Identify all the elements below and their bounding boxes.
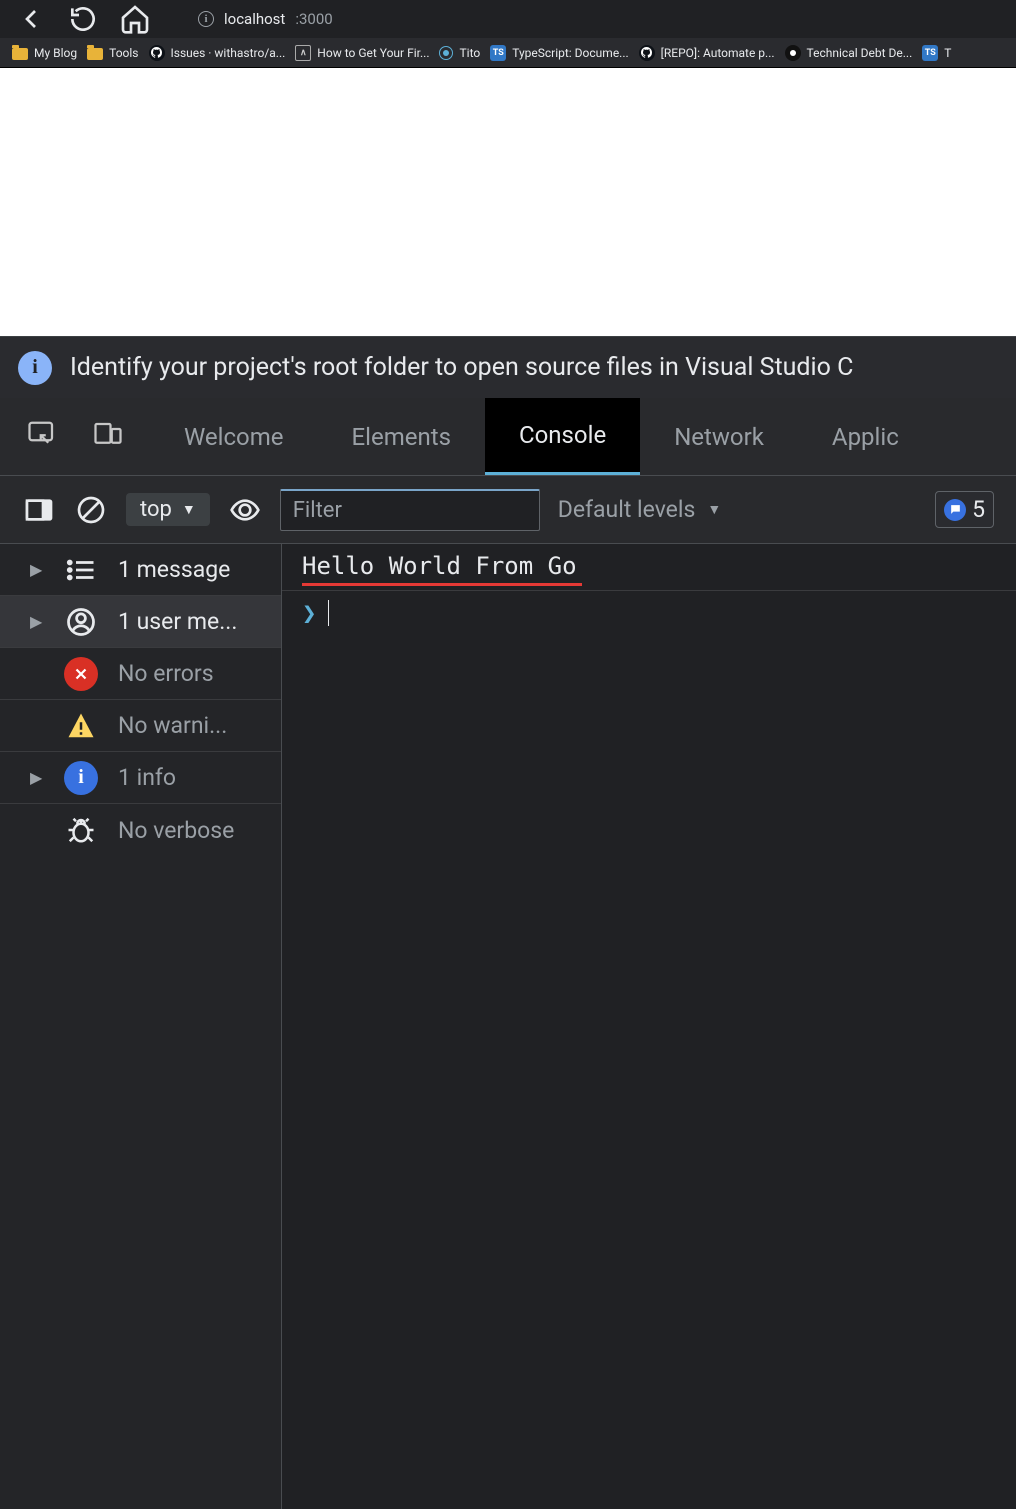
- sidebar-row-verbose[interactable]: ▶ No verbose: [0, 804, 281, 856]
- filter-input[interactable]: Filter: [280, 489, 540, 531]
- expand-icon[interactable]: ▶: [30, 560, 44, 579]
- typescript-icon: TS: [922, 45, 938, 61]
- banner-text: Identify your project's root folder to o…: [70, 353, 853, 382]
- log-levels-dropdown[interactable]: Default levels ▼: [558, 496, 721, 523]
- folder-icon: [12, 48, 28, 60]
- sidebar-row-warnings[interactable]: ▶ No warni...: [0, 700, 281, 752]
- info-icon: i: [18, 351, 52, 385]
- log-text: Hello World From Go: [302, 552, 577, 580]
- clear-console-icon[interactable]: [74, 493, 108, 527]
- console-log-entry[interactable]: Hello World From Go: [282, 544, 1016, 591]
- sidebar-label: No errors: [118, 660, 214, 687]
- bookmark-repo[interactable]: [REPO]: Automate p...: [639, 45, 775, 61]
- chevron-down-icon: ▼: [182, 501, 196, 518]
- bookmark-tools[interactable]: Tools: [87, 46, 138, 60]
- site-info-icon[interactable]: i: [198, 11, 214, 27]
- error-icon: [64, 657, 98, 691]
- sidebar-row-messages[interactable]: ▶ 1 message: [0, 544, 281, 596]
- url-host: localhost: [224, 10, 285, 28]
- tab-elements[interactable]: Elements: [318, 398, 485, 475]
- device-toggle-icon[interactable]: [90, 419, 126, 455]
- console-output[interactable]: Hello World From Go ❯: [282, 544, 1016, 1509]
- context-selector[interactable]: top ▼: [126, 493, 210, 526]
- expand-icon[interactable]: ▶: [30, 768, 44, 787]
- toggle-sidebar-icon[interactable]: [22, 493, 56, 527]
- list-icon: [64, 553, 98, 587]
- chevron-right-icon: ❯: [302, 599, 316, 627]
- sidebar-label: No verbose: [118, 817, 234, 844]
- bookmarks-bar: My Blog Tools Issues · withastro/a... ∧H…: [0, 38, 1016, 68]
- text-caret: [328, 600, 329, 626]
- dot-icon: [785, 45, 801, 61]
- sidebar-label: No warni...: [118, 712, 227, 739]
- console-prompt[interactable]: ❯: [282, 591, 1016, 635]
- reload-icon[interactable]: [66, 2, 100, 36]
- github-icon: [639, 45, 655, 61]
- sidebar-label: 1 info: [118, 764, 176, 791]
- browser-nav-bar: i localhost :3000: [0, 0, 1016, 38]
- bug-icon: [64, 813, 98, 847]
- bookmark-tito[interactable]: Tito: [439, 46, 480, 60]
- console-sidebar: ▶ 1 message ▶ 1 user me... ▶ No errors ▶…: [0, 544, 282, 1509]
- back-icon[interactable]: [14, 2, 48, 36]
- sidebar-label: 1 message: [118, 556, 230, 583]
- home-icon[interactable]: [118, 2, 152, 36]
- bookmark-howto[interactable]: ∧How to Get Your Fir...: [295, 45, 429, 61]
- tab-application[interactable]: Applic: [798, 398, 933, 475]
- issues-button[interactable]: 5: [935, 491, 994, 528]
- bookmark-ts2[interactable]: TST: [922, 45, 951, 61]
- bookmark-my-blog[interactable]: My Blog: [12, 46, 77, 60]
- page-viewport: [0, 68, 1016, 336]
- sidebar-row-errors[interactable]: ▶ No errors: [0, 648, 281, 700]
- tab-console[interactable]: Console: [485, 398, 640, 475]
- bookmark-techdebt[interactable]: Technical Debt De...: [785, 45, 913, 61]
- devtools-info-banner[interactable]: i Identify your project's root folder to…: [0, 336, 1016, 398]
- circle-icon: [439, 46, 453, 60]
- bookmark-ts-docs[interactable]: TSTypeScript: Docume...: [490, 45, 628, 61]
- sidebar-row-info[interactable]: ▶ i 1 info: [0, 752, 281, 804]
- sidebar-row-user-messages[interactable]: ▶ 1 user me...: [0, 596, 281, 648]
- user-icon: [64, 605, 98, 639]
- context-label: top: [140, 497, 172, 522]
- tab-welcome[interactable]: Welcome: [150, 398, 318, 475]
- tab-network[interactable]: Network: [640, 398, 798, 475]
- levels-label: Default levels: [558, 496, 696, 523]
- issues-count: 5: [972, 496, 985, 523]
- warning-icon: [64, 709, 98, 743]
- issue-icon: [944, 499, 966, 521]
- address-bar[interactable]: i localhost :3000: [198, 10, 333, 28]
- bookmark-issues[interactable]: Issues · withastro/a...: [149, 45, 286, 61]
- url-port: :3000: [295, 10, 332, 28]
- info-icon: i: [64, 761, 98, 795]
- devtools-tab-bar: Welcome Elements Console Network Applic: [0, 398, 1016, 476]
- folder-icon: [87, 48, 103, 60]
- live-expression-icon[interactable]: [228, 493, 262, 527]
- console-main: ▶ 1 message ▶ 1 user me... ▶ No errors ▶…: [0, 544, 1016, 1509]
- chevron-down-icon: ▼: [707, 501, 721, 518]
- filter-placeholder: Filter: [293, 498, 342, 523]
- annotation-underline: [302, 583, 582, 586]
- typescript-icon: TS: [490, 45, 506, 61]
- sidebar-label: 1 user me...: [118, 608, 237, 635]
- console-toolbar: top ▼ Filter Default levels ▼ 5: [0, 476, 1016, 544]
- astro-icon: ∧: [295, 45, 311, 61]
- inspect-element-icon[interactable]: [24, 419, 60, 455]
- expand-icon[interactable]: ▶: [30, 612, 44, 631]
- github-icon: [149, 45, 165, 61]
